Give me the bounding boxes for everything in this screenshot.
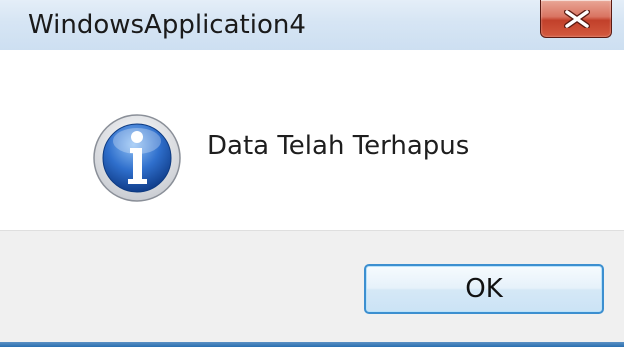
information-icon bbox=[93, 114, 181, 202]
window-title: WindowsApplication4 bbox=[28, 10, 306, 40]
dialog-content: Data Telah Terhapus bbox=[0, 50, 624, 230]
close-icon bbox=[564, 10, 590, 28]
title-bar[interactable]: WindowsApplication4 bbox=[0, 0, 624, 50]
ok-button[interactable]: OK bbox=[364, 264, 604, 314]
window-bottom-border bbox=[0, 342, 624, 347]
close-button[interactable] bbox=[540, 0, 612, 38]
message-box-window: WindowsApplication4 Data Telah Terhapus … bbox=[0, 0, 624, 347]
message-text: Data Telah Terhapus bbox=[207, 131, 470, 161]
button-bar: OK bbox=[0, 230, 624, 342]
